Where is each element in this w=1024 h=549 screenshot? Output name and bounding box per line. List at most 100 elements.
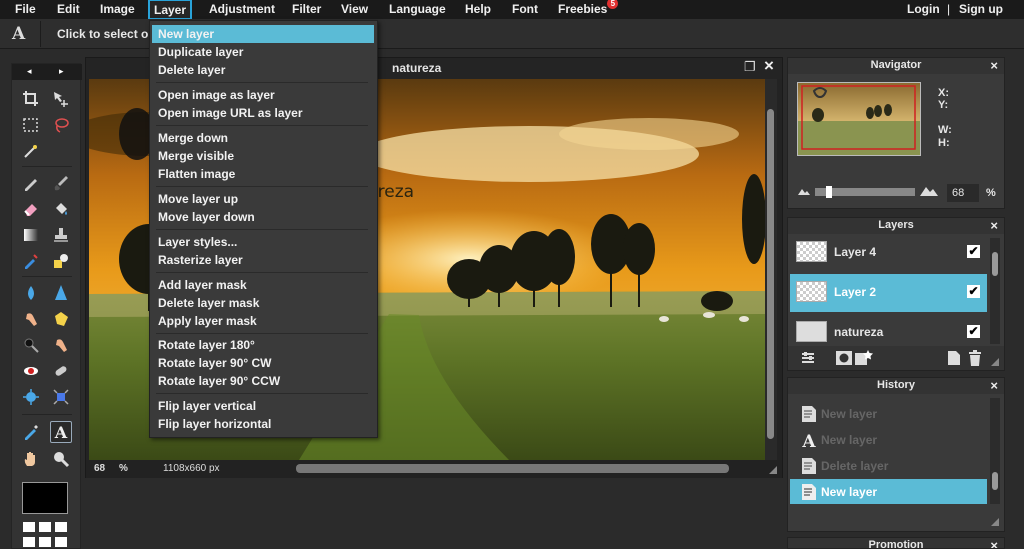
spot-heal-tool-icon[interactable] — [50, 360, 72, 382]
layer-mask-icon[interactable] — [836, 351, 852, 365]
menu-rotate-180[interactable]: Rotate layer 180° — [152, 336, 374, 354]
history-item[interactable]: Delete layer — [790, 453, 987, 478]
move-tool-icon[interactable] — [50, 88, 72, 110]
resize-grip-icon[interactable] — [769, 466, 777, 474]
layer-settings-icon[interactable] — [801, 351, 815, 365]
dodge-tool-icon[interactable] — [50, 334, 72, 356]
menu-rotate-90-cw[interactable]: Rotate layer 90° CW — [152, 354, 374, 372]
layer-styles-icon[interactable] — [855, 350, 873, 366]
menu-edit[interactable]: Edit — [54, 1, 83, 19]
marquee-tool-icon[interactable] — [20, 114, 42, 136]
stamp-tool-icon[interactable] — [50, 224, 72, 246]
blur-tool-icon[interactable] — [20, 282, 42, 304]
smudge-tool-icon[interactable] — [20, 308, 42, 330]
color-replace-tool-icon[interactable] — [20, 250, 42, 272]
sponge-tool-icon[interactable] — [50, 308, 72, 330]
drawing-tool-icon[interactable] — [50, 250, 72, 272]
bucket-tool-icon[interactable] — [50, 198, 72, 220]
eraser-tool-icon[interactable] — [20, 198, 42, 220]
layers-resize-grip-icon[interactable] — [991, 358, 999, 366]
history-item-selected[interactable]: New layer — [790, 479, 987, 504]
menu-image[interactable]: Image — [97, 1, 138, 19]
redeye-tool-icon[interactable] — [20, 360, 42, 382]
zoom-slider-handle[interactable] — [826, 186, 832, 198]
gradient-tool-icon[interactable] — [20, 224, 42, 246]
pencil-tool-icon[interactable] — [20, 172, 42, 194]
menu-flip-vertical[interactable]: Flip layer vertical — [152, 397, 374, 415]
layers-scroll-thumb[interactable] — [992, 252, 998, 276]
menu-freebies[interactable]: Freebies 5 — [555, 0, 619, 19]
menu-view[interactable]: View — [338, 1, 371, 19]
layer-row[interactable]: Layer 4 ✔ — [790, 234, 987, 272]
zoom-slider[interactable] — [815, 186, 915, 198]
promotion-close-icon[interactable]: × — [990, 538, 998, 548]
menu-filter[interactable]: Filter — [289, 1, 324, 19]
delete-layer-icon[interactable] — [968, 350, 982, 366]
menu-rotate-90-ccw[interactable]: Rotate layer 90° CCW — [152, 372, 374, 390]
sharpen-tool-icon[interactable] — [50, 282, 72, 304]
zoom-tool-icon[interactable] — [50, 448, 72, 470]
history-item[interactable]: A New layer — [790, 427, 987, 452]
menu-new-layer[interactable]: New layer — [152, 25, 374, 43]
menu-layer-styles[interactable]: Layer styles... — [152, 233, 374, 251]
menu-open-image-as-layer[interactable]: Open image as layer — [152, 86, 374, 104]
menu-rasterize-layer[interactable]: Rasterize layer — [152, 251, 374, 269]
layer-visibility-checkbox[interactable]: ✔ — [967, 285, 980, 298]
login-link[interactable]: Login — [904, 1, 943, 19]
hand-tool-icon[interactable] — [20, 448, 42, 470]
menu-file[interactable]: File — [12, 1, 39, 19]
menu-add-layer-mask[interactable]: Add layer mask — [152, 276, 374, 294]
signup-link[interactable]: Sign up — [956, 1, 1006, 19]
history-item[interactable]: New layer — [790, 401, 987, 426]
brush-tool-icon[interactable] — [50, 172, 72, 194]
menu-merge-visible[interactable]: Merge visible — [152, 147, 374, 165]
history-scroll-thumb[interactable] — [992, 472, 998, 490]
menu-help[interactable]: Help — [462, 1, 494, 19]
canvas-vertical-scrollbar[interactable] — [765, 79, 777, 460]
menu-apply-layer-mask[interactable]: Apply layer mask — [152, 312, 374, 330]
zoom-value[interactable]: 68 — [94, 463, 105, 474]
menu-delete-layer-mask[interactable]: Delete layer mask — [152, 294, 374, 312]
menu-open-image-url-as-layer[interactable]: Open image URL as layer — [152, 104, 374, 122]
menu-layer[interactable]: Layer — [148, 0, 193, 20]
history-close-icon[interactable]: × — [990, 378, 998, 393]
menu-adjustment[interactable]: Adjustment — [206, 1, 278, 19]
picker-tool-icon[interactable] — [20, 421, 42, 443]
menu-flatten-image[interactable]: Flatten image — [152, 165, 374, 183]
layers-close-icon[interactable]: × — [990, 218, 998, 233]
menu-merge-down[interactable]: Merge down — [152, 129, 374, 147]
color-mode-grid[interactable] — [23, 522, 69, 548]
menu-move-layer-up[interactable]: Move layer up — [152, 190, 374, 208]
menu-delete-layer[interactable]: Delete layer — [152, 61, 374, 79]
crop-tool-icon[interactable] — [20, 88, 42, 110]
navigator-thumbnail[interactable] — [797, 82, 921, 156]
menu-duplicate-layer[interactable]: Duplicate layer — [152, 43, 374, 61]
zoom-out-mountain-icon[interactable] — [798, 187, 810, 195]
toolbox-next-icon[interactable]: ▸ — [59, 66, 64, 77]
layer-visibility-checkbox[interactable]: ✔ — [967, 325, 980, 338]
pinch-tool-icon[interactable] — [50, 386, 72, 408]
new-layer-icon[interactable] — [948, 351, 960, 365]
menu-flip-horizontal[interactable]: Flip layer horizontal — [152, 415, 374, 433]
history-resize-grip-icon[interactable] — [991, 518, 999, 526]
bloat-tool-icon[interactable] — [20, 386, 42, 408]
menu-font[interactable]: Font — [509, 1, 541, 19]
menu-move-layer-down[interactable]: Move layer down — [152, 208, 374, 226]
type-tool-icon[interactable]: A — [50, 421, 72, 443]
close-window-icon[interactable]: × — [764, 56, 774, 76]
vscroll-thumb[interactable] — [767, 109, 774, 439]
lasso-tool-icon[interactable] — [50, 114, 72, 136]
layer-row-selected[interactable]: Layer 2 ✔ — [790, 274, 987, 312]
layer-row[interactable]: natureza ✔ — [790, 314, 987, 346]
layer-visibility-checkbox[interactable]: ✔ — [967, 245, 980, 258]
layers-scrollbar[interactable] — [990, 238, 1000, 344]
zoom-input[interactable]: 68 — [947, 184, 979, 202]
wand-tool-icon[interactable] — [20, 140, 42, 162]
zoom-in-mountain-icon[interactable] — [920, 184, 938, 196]
menu-language[interactable]: Language — [386, 1, 449, 19]
navigator-close-icon[interactable]: × — [990, 58, 998, 73]
burn-tool-icon[interactable] — [20, 334, 42, 356]
canvas-horizontal-scrollbar[interactable] — [296, 464, 729, 473]
foreground-color-swatch[interactable] — [22, 482, 68, 514]
restore-window-icon[interactable]: ❐ — [744, 59, 756, 75]
